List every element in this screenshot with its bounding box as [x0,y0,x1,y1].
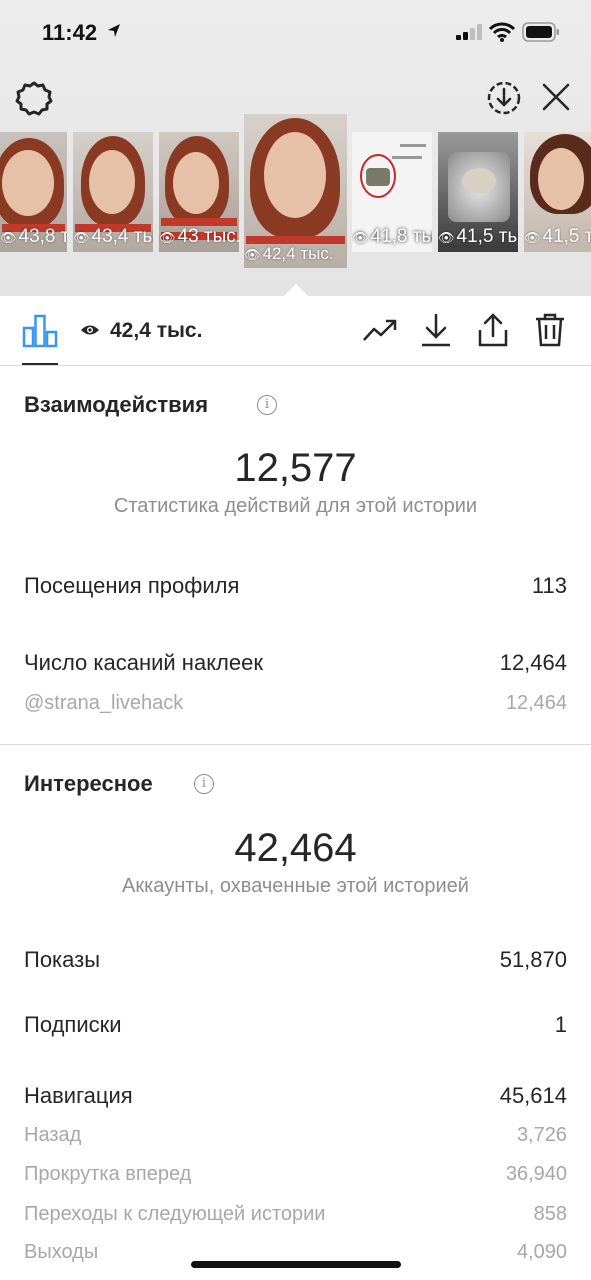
interactions-total: 12,577 [234,446,357,490]
thumbnail-view-count: 43,4 тыс. [91,226,153,247]
story-toolbar: 42,4 тыс. [0,296,591,366]
download-circle-icon[interactable] [486,80,522,116]
mention-link[interactable]: @strana_livehack [24,692,183,715]
story-thumbnail[interactable]: 👁43,4 тыс. [73,132,153,252]
home-indicator[interactable] [191,1261,401,1268]
navigation-value: 45,614 [499,1083,567,1108]
status-time: 11:42 [42,20,98,45]
thumbnail-view-count: 42,4 тыс. [262,244,334,263]
share-icon[interactable] [477,312,509,348]
impressions-label: Показы [24,947,101,972]
mention-value: 12,464 [505,692,567,714]
gear-icon[interactable] [15,80,53,118]
profile-visits-label: Посещения профиля [24,573,240,598]
forward-label: Прокрутка вперед [24,1163,192,1185]
thumbnail-view-count: 43 тыс. [177,226,239,247]
back-value: 3,726 [516,1124,567,1146]
eye-icon [81,325,99,335]
trash-icon[interactable] [534,312,566,348]
wifi-icon [489,22,515,42]
thumbnail-view-count: 41,5 тыс. [542,226,591,247]
next-story-label: Переходы к следующей истории [24,1203,326,1225]
story-thumbnail[interactable]: 👁41,5 тыс. [524,132,591,252]
profile-visits-value: 113 [531,573,567,598]
impressions-value: 51,870 [499,947,567,972]
discovery-subtitle: Аккаунты, охваченные этой историей [122,875,469,897]
exits-value: 4,090 [516,1241,567,1263]
forward-value: 36,940 [505,1163,567,1185]
story-thumbnail[interactable]: 👁41,8 тыс. [352,132,432,252]
battery-icon [522,22,559,42]
views-count: 42,4 тыс. [110,319,203,342]
section-divider [0,744,591,745]
thumbnail-view-count: 41,8 тыс. [370,226,432,247]
story-thumbnail[interactable]: 👁 43 тыс. [159,132,239,252]
follows-value: 1 [554,1012,567,1037]
sticker-taps-value: 12,464 [499,650,567,675]
close-icon[interactable] [541,82,571,112]
thumbnail-view-count: 41,5 тыс. [456,226,518,247]
interactions-subtitle: Статистика действий для этой истории [113,495,478,517]
thumbnail-view-count: 43,8 тыс. [18,226,67,247]
story-thumbnail-active[interactable]: 👁 42,4 тыс. [244,114,347,268]
story-thumbnail[interactable]: 👁41,5 тыс. [438,132,518,252]
story-thumbnail[interactable]: 👁43,8 тыс. [0,132,67,252]
discovery-total: 42,464 [234,826,357,870]
bar-chart-icon[interactable] [22,314,58,348]
back-label: Назад [24,1124,82,1146]
exits-label: Выходы [24,1241,99,1263]
interactions-title: Взаимодействия [24,392,209,417]
next-story-value: 858 [533,1203,567,1225]
location-arrow-icon [108,24,120,37]
info-icon[interactable]: i [194,774,214,794]
sticker-taps-label: Число касаний наклеек [24,650,263,675]
follows-label: Подписки [24,1012,122,1037]
signal-icon [456,24,482,40]
trend-icon[interactable] [362,312,398,348]
navigation-label: Навигация [24,1083,133,1108]
discovery-title: Интересное [24,771,153,796]
download-icon[interactable] [420,312,452,348]
active-tab-indicator [22,363,58,365]
info-icon[interactable]: i [257,395,277,415]
